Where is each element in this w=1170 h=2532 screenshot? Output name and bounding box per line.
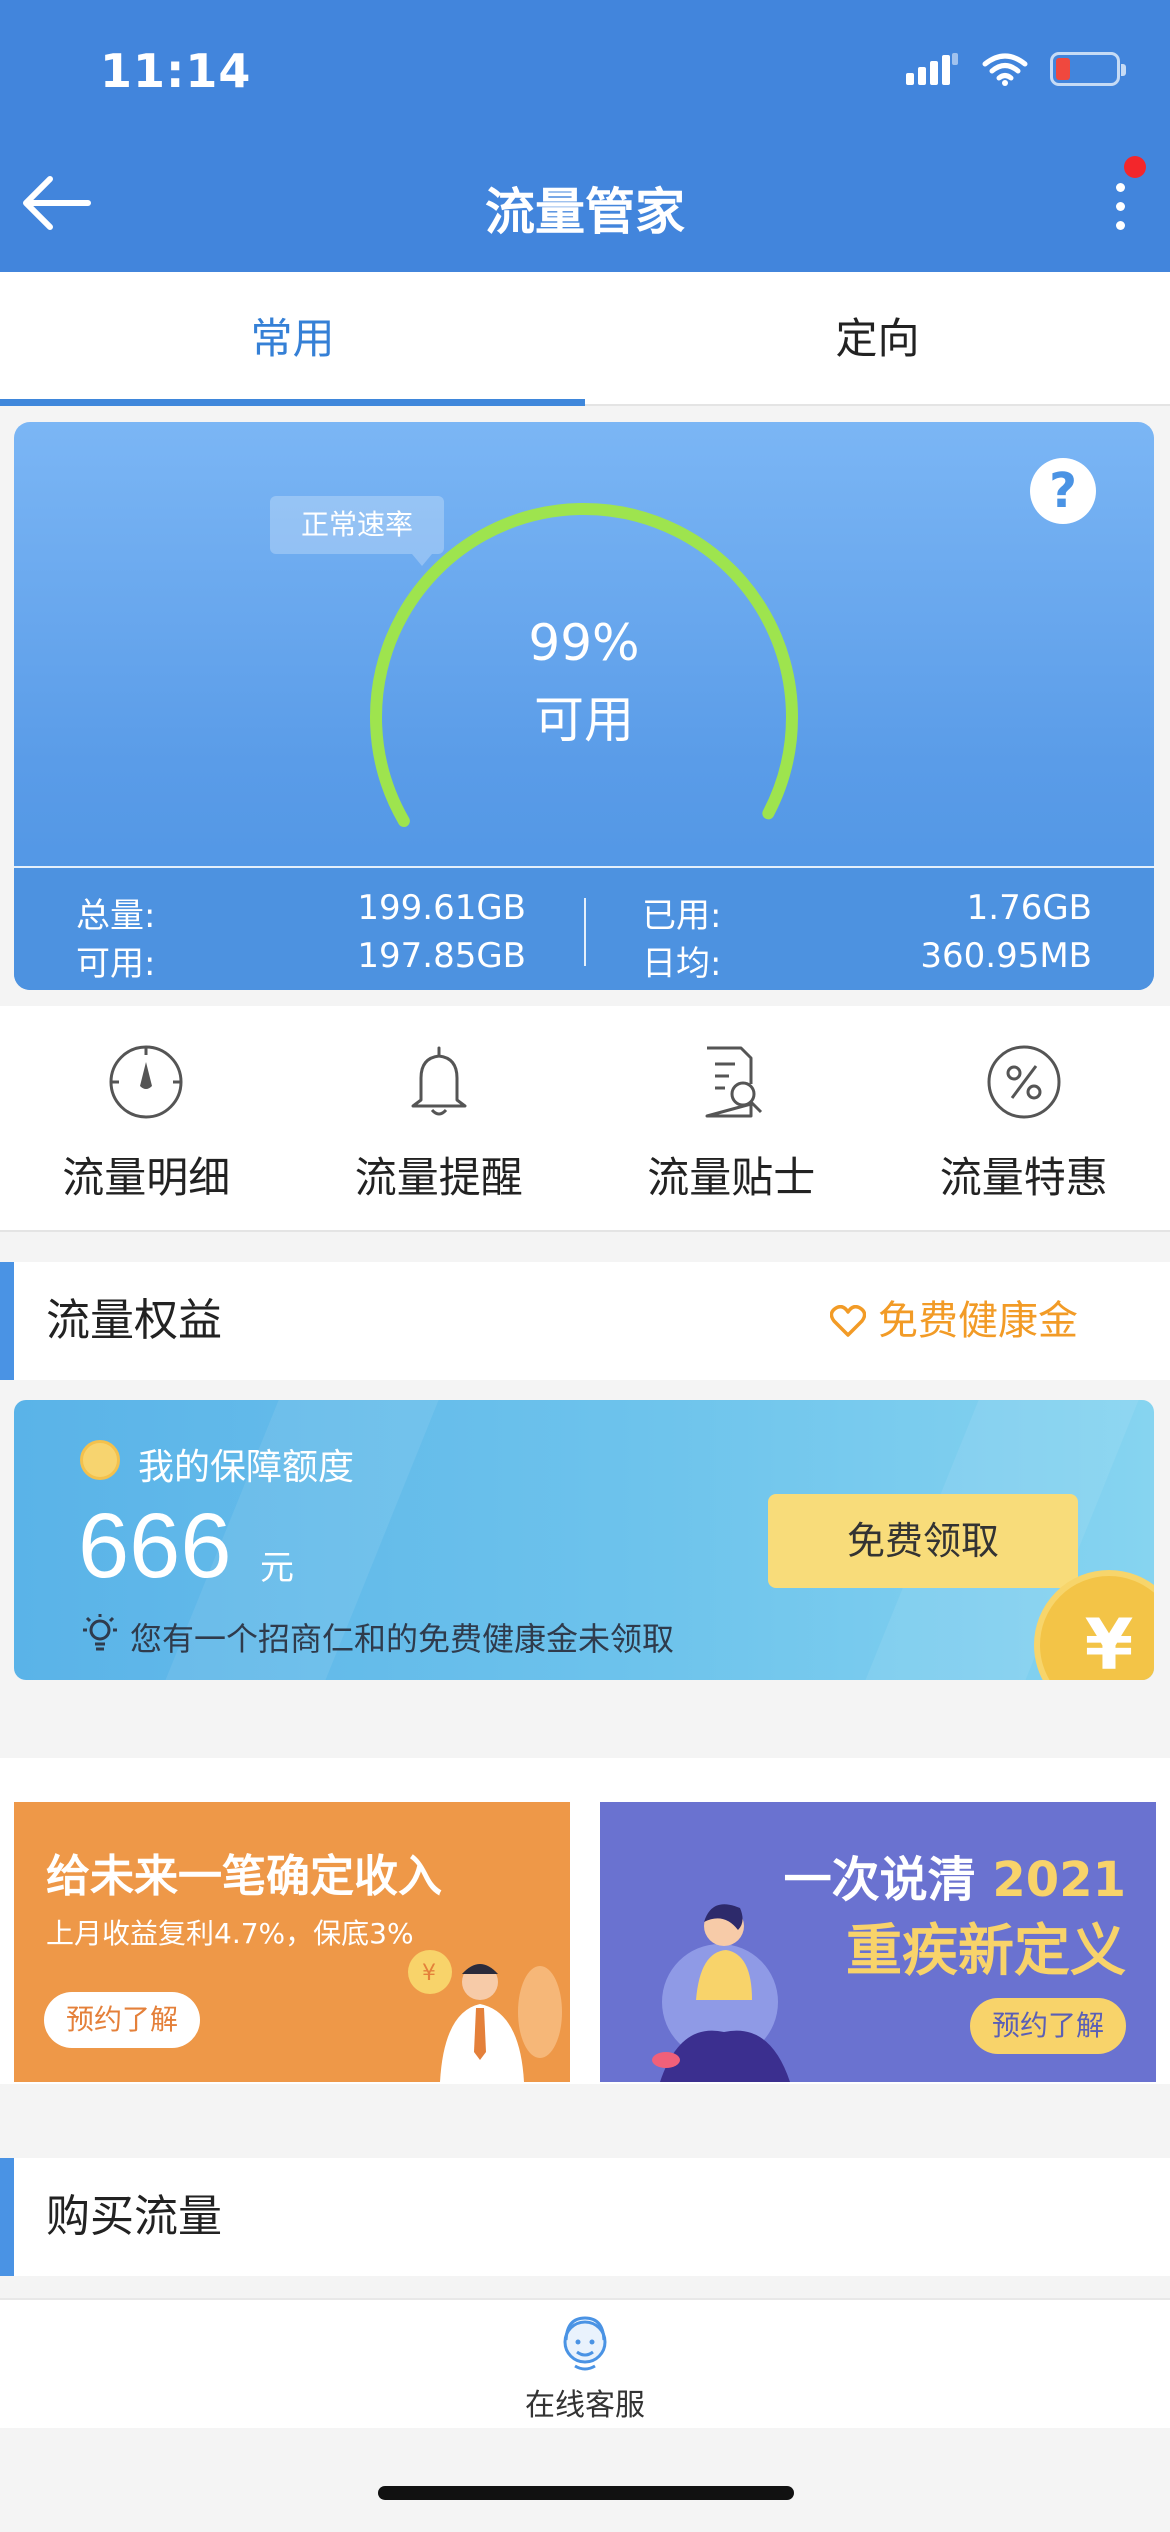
stat-daily: 日均: 360.95MB — [642, 936, 1092, 985]
promo-banner-strip: 给未来一笔确定收入 上月收益复利4.7%，保底3% 预约了解 ¥ 一次说清 20… — [0, 1758, 1170, 2084]
online-service-bar[interactable]: 在线客服 — [0, 2298, 1170, 2428]
stat-available-value: 197.85GB — [357, 936, 526, 976]
stat-available-label: 可用: — [76, 944, 156, 984]
rate-tag: 正常速率 — [270, 496, 444, 566]
home-indicator[interactable] — [378, 2486, 794, 2500]
stats-separator — [584, 898, 586, 966]
more-menu-icon[interactable] — [1100, 176, 1140, 236]
menu-label: 流量明细 — [62, 1153, 231, 1202]
percent-icon — [987, 1045, 1061, 1119]
banner-illness-title-a: 一次说清 — [783, 1852, 976, 1908]
status-icons — [906, 52, 1126, 86]
compass-icon — [109, 1045, 183, 1119]
benefit-unit: 元 — [260, 1548, 294, 1588]
gauge-percent: 99% — [528, 614, 640, 672]
promo-banner-critical-illness[interactable]: 一次说清 2021 重疾新定义 预约了解 — [600, 1802, 1156, 2082]
coin-icon — [80, 1440, 120, 1480]
svg-text:¥: ¥ — [422, 1961, 436, 1986]
benefit-note: 您有一个招商仁和的免费健康金未领取 — [130, 1620, 675, 1658]
stat-available: 可用: 197.85GB — [76, 936, 526, 985]
tab-common[interactable]: 常用 — [0, 272, 585, 406]
menu-label: 流量贴士 — [647, 1153, 816, 1202]
status-time: 11:14 — [100, 44, 252, 98]
rights-section-title: 流量权益 — [46, 1295, 222, 1346]
section-accent-bar — [0, 1262, 14, 1380]
menu-label: 流量特惠 — [939, 1153, 1108, 1202]
buy-section-title: 购买流量 — [46, 2191, 222, 2242]
stat-used: 已用: 1.76GB — [642, 888, 1092, 937]
menu-item-usage-alert[interactable]: 流量提醒 — [293, 1006, 586, 1230]
app-header: 11:14 流量管家 — [0, 0, 1170, 272]
banner-illness-year: 2021 — [992, 1852, 1126, 1908]
menu-item-usage-tips[interactable]: 流量贴士 — [585, 1006, 878, 1230]
stat-daily-value: 360.95MB — [920, 936, 1092, 976]
claim-free-button[interactable]: 免费领取 — [768, 1494, 1078, 1588]
woman-illustration — [652, 1904, 790, 2082]
feature-menu: 流量明细 流量提醒 流量贴士 流量特惠 — [0, 1006, 1170, 1232]
benefit-card[interactable]: 我的保障额度 666 元 您有一个招商仁和的免费健康金未领取 免费领取 ¥ — [14, 1400, 1154, 1680]
tab-directed[interactable]: 定向 — [585, 272, 1170, 404]
page-title: 流量管家 — [485, 183, 685, 241]
banner-illness-headline: 重疾新定义 — [846, 1919, 1126, 1984]
banner-illness-title: 一次说清 2021 — [784, 1840, 1126, 1910]
rights-section-header: 流量权益 免费健康金 — [0, 1262, 1170, 1380]
stat-used-value: 1.76GB — [966, 888, 1092, 928]
tab-bar: 常用 定向 — [0, 272, 1170, 406]
document-search-icon — [705, 1046, 763, 1118]
battery-icon — [1050, 52, 1126, 86]
free-health-fund-label: 免费健康金 — [878, 1298, 1078, 1344]
customer-service-icon — [563, 2316, 607, 2371]
banner-income-button[interactable]: 预约了解 — [44, 1992, 200, 2048]
heart-icon — [830, 1305, 866, 1337]
benefit-subtitle: 我的保障额度 — [138, 1447, 355, 1488]
promo-banner-income[interactable]: 给未来一笔确定收入 上月收益复利4.7%，保底3% 预约了解 ¥ — [14, 1802, 570, 2082]
free-health-fund-link[interactable]: 免费健康金 — [830, 1262, 1078, 1380]
stat-total-value: 199.61GB — [357, 888, 526, 928]
menu-item-usage-deals[interactable]: 流量特惠 — [878, 1006, 1170, 1230]
benefit-amount: 666 — [78, 1495, 232, 1597]
lightbulb-icon — [83, 1614, 117, 1651]
menu-label: 流量提醒 — [354, 1153, 523, 1202]
banner-income-subtitle: 上月收益复利4.7%，保底3% — [46, 1917, 414, 1950]
signal-icon — [906, 53, 958, 85]
section-accent-bar — [0, 2158, 14, 2276]
stat-daily-label: 日均: — [642, 944, 722, 984]
usage-stats: 总量: 199.61GB 可用: 197.85GB 已用: 1.76GB 日均:… — [14, 868, 1154, 990]
online-service-label: 在线客服 — [525, 2388, 645, 2423]
stat-total: 总量: 199.61GB — [76, 888, 526, 937]
menu-item-usage-detail[interactable]: 流量明细 — [0, 1006, 293, 1230]
stat-used-label: 已用: — [642, 896, 722, 936]
banner-income-title: 给未来一笔确定收入 — [46, 1851, 442, 1902]
stat-total-label: 总量: — [76, 896, 156, 936]
buy-section-header: 购买流量 — [0, 2158, 1170, 2276]
help-icon[interactable]: ? — [1030, 458, 1096, 524]
banner-illness-button[interactable]: 预约了解 — [970, 1998, 1126, 2054]
bell-icon — [411, 1046, 467, 1116]
wifi-icon — [982, 53, 1028, 86]
gauge-status: 可用 — [534, 691, 634, 749]
data-usage-card: ? 正常速率 99% 可用 总量: 199.61GB 可用: 197.85GB … — [14, 422, 1154, 990]
notification-dot — [1124, 156, 1146, 178]
businessman-illustration: ¥ — [408, 1950, 562, 2082]
